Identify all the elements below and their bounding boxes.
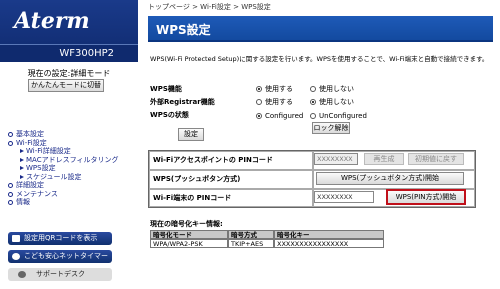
support-icon: [18, 271, 26, 278]
nav-item-schedule[interactable]: スケジュール設定: [8, 173, 133, 182]
radio-icon: [310, 86, 316, 92]
key-cell-cipher: TKIP+AES: [228, 239, 274, 248]
breadcrumb: トップページ > Wi-Fi設定 > WPS設定: [148, 3, 271, 11]
wps-push-start-button[interactable]: WPS(プッシュボタン方式)開始: [316, 172, 464, 185]
title-bar: WPS設定: [148, 16, 493, 42]
page-title: WPS設定: [156, 23, 211, 37]
arrow-icon: [20, 149, 24, 153]
description: WPS(Wi-Fi Protected Setup)に関する設定を行います。WP…: [150, 55, 489, 63]
sidebar: Aterm WF300HP2 現在の設定:詳細モード かんたんモードに切替 基本…: [0, 0, 138, 289]
client-pin-input[interactable]: XXXXXXXX: [314, 191, 374, 203]
aterm-logo: Aterm: [14, 8, 90, 34]
qr-icon: [12, 235, 20, 242]
easy-mode-button[interactable]: かんたんモードに切替: [28, 79, 104, 92]
radio-icon: [310, 99, 316, 105]
nav-item-basic[interactable]: 基本設定: [8, 130, 133, 139]
qr-code-button[interactable]: 設定用QRコードを表示: [8, 232, 112, 245]
key-info-title: 現在の暗号化キー情報:: [150, 220, 223, 228]
wps-enable-radio[interactable]: 使用する: [256, 84, 293, 94]
nav-item-advanced[interactable]: 詳細設定: [8, 181, 133, 190]
push-button-label: WPS(プッシュボタン方式): [149, 170, 313, 189]
lock-release-button[interactable]: ロック解除: [312, 122, 350, 134]
nav-item-info[interactable]: 情報: [8, 198, 133, 207]
nav-item-maintenance[interactable]: メンテナンス: [8, 190, 133, 199]
wps-state-label: WPSの状態: [150, 111, 189, 119]
registrar-disable-radio[interactable]: 使用しない: [310, 97, 354, 107]
wps-pin-start-button[interactable]: WPS(PIN方式)開始: [386, 189, 466, 205]
bullet-icon: [8, 191, 13, 197]
radio-icon: [256, 99, 262, 105]
registrar-label: 外部Registrar機能: [150, 98, 215, 106]
bullet-icon: [8, 183, 13, 188]
model-name: WF300HP2: [0, 44, 138, 62]
nav-item-wps[interactable]: WPS設定: [8, 164, 133, 173]
nav-item-wifi[interactable]: Wi-Fi設定: [8, 139, 133, 148]
arrow-icon: [20, 157, 24, 162]
key-header-cipher: 暗号方式: [228, 230, 274, 239]
registrar-enable-radio[interactable]: 使用する: [256, 97, 293, 107]
reset-default-button[interactable]: 初期値に戻す: [408, 153, 464, 165]
bullet-icon: [8, 200, 13, 205]
bullet-icon: [8, 132, 13, 137]
arrow-icon: [20, 166, 24, 170]
key-cell-mode: WPA/WPA2-PSK: [150, 239, 228, 248]
key-header-mode: 暗号化モード: [150, 230, 228, 239]
regenerate-button[interactable]: 再生成: [364, 153, 404, 165]
wps-disable-radio[interactable]: 使用しない: [310, 84, 354, 94]
key-cell-key: XXXXXXXXXXXXXXXX: [274, 239, 384, 248]
timer-icon: [12, 253, 20, 260]
bullet-icon: [8, 140, 13, 146]
logo-panel: Aterm WF300HP2: [0, 0, 138, 62]
kids-timer-button[interactable]: こども安心ネットタイマー: [8, 250, 112, 263]
current-mode-label: 現在の設定:詳細モード: [27, 69, 111, 78]
radio-icon: [256, 86, 262, 92]
client-pin-label: Wi-Fi端末の PINコード: [149, 189, 313, 207]
arrow-icon: [20, 174, 24, 179]
wps-function-label: WPS機能: [150, 85, 182, 93]
nav-item-wifi-detail[interactable]: Wi-Fi詳細設定: [8, 147, 133, 156]
set-button[interactable]: 設定: [178, 128, 204, 141]
main-content: トップページ > Wi-Fi設定 > WPS設定 WPS設定 WPS(Wi-Fi…: [140, 0, 500, 289]
unconfigured-radio[interactable]: UnConfigured: [310, 112, 367, 120]
radio-icon: [310, 113, 316, 119]
configured-radio[interactable]: Configured: [256, 112, 303, 120]
ap-pin-field: XXXXXXXX: [314, 153, 358, 165]
nav-item-mac-filter[interactable]: MACアドレスフィルタリング: [8, 156, 133, 165]
ap-pin-label: Wi-Fiアクセスポイントの PINコード: [149, 151, 313, 170]
nav-menu: 基本設定 Wi-Fi設定 Wi-Fi詳細設定 MACアドレスフィルタリング WP…: [8, 130, 133, 207]
support-desk-button[interactable]: サポートデスク: [8, 268, 112, 281]
radio-icon: [256, 113, 262, 119]
key-header-key: 暗号化キー: [274, 230, 384, 239]
